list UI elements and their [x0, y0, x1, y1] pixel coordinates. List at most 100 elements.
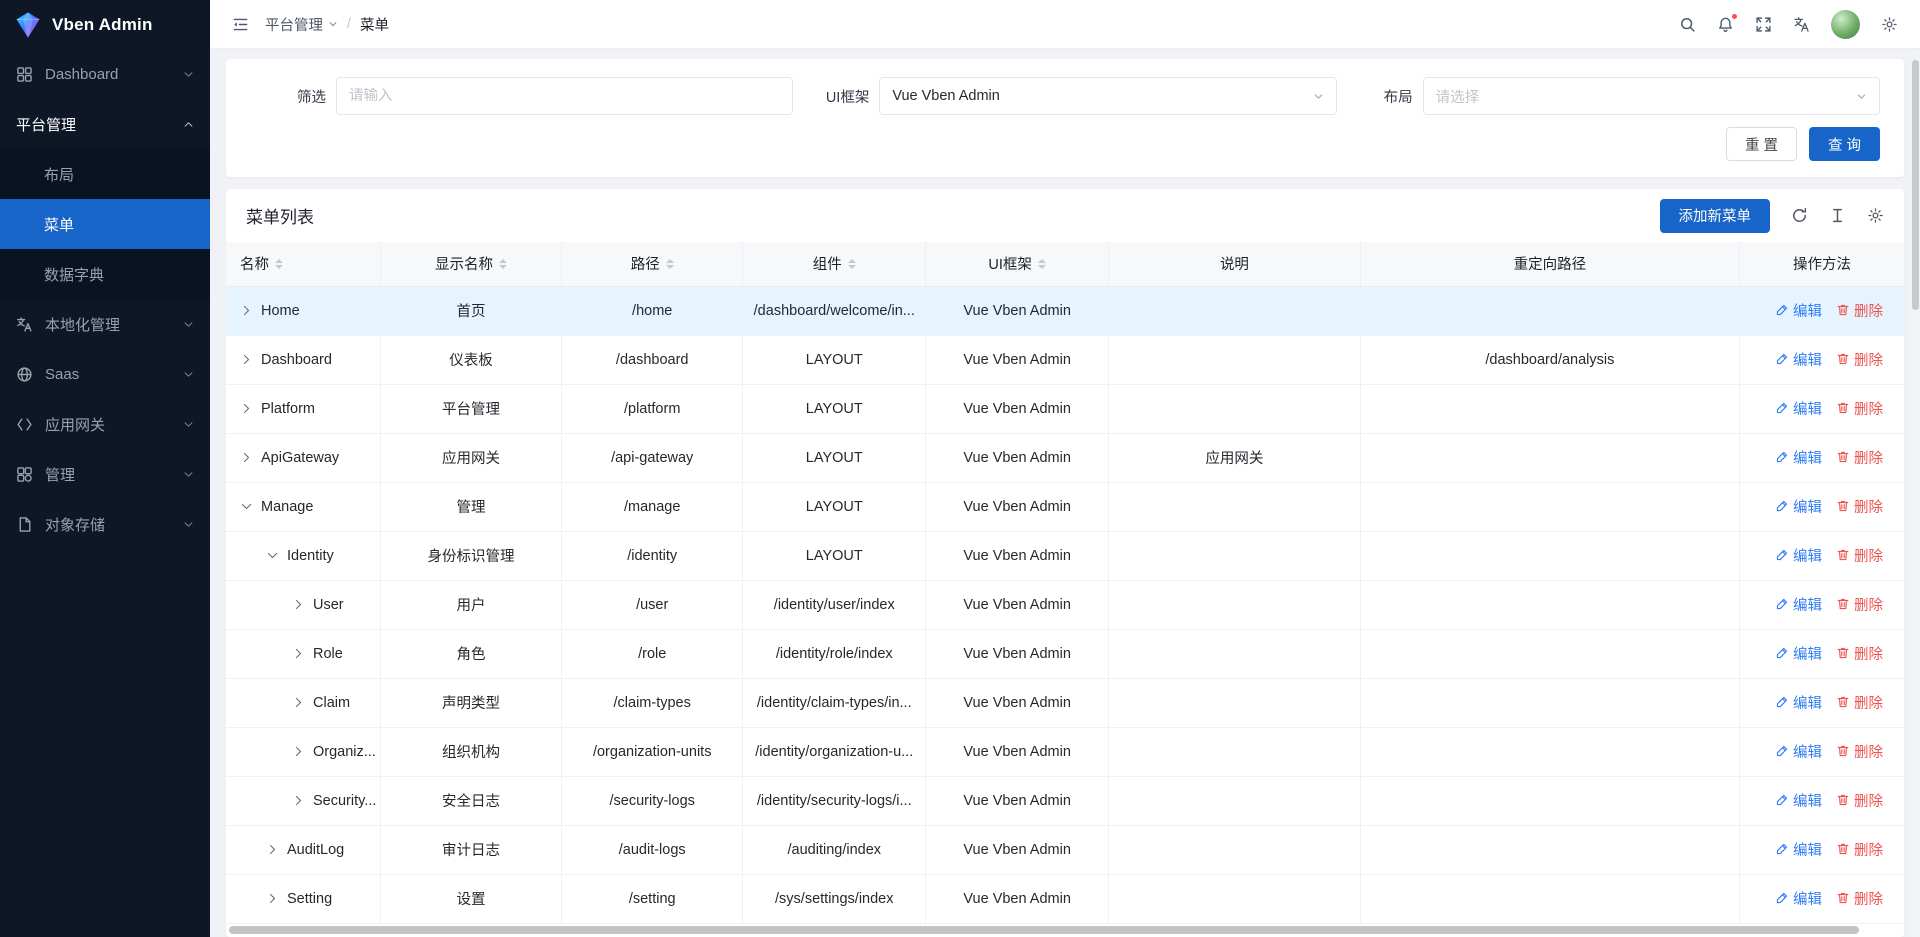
cell-ui-framework: Vue Vben Admin: [926, 384, 1109, 433]
edit-link[interactable]: 编辑: [1775, 398, 1822, 419]
table-row[interactable]: Manage管理/manageLAYOUTVue Vben Admin编辑删除: [226, 482, 1904, 531]
cell-redirect: [1360, 678, 1739, 727]
column-header[interactable]: 路径: [562, 242, 743, 286]
sidebar-item[interactable]: 本地化管理: [0, 299, 210, 349]
table-row[interactable]: AuditLog审计日志/audit-logs/auditing/indexVu…: [226, 825, 1904, 874]
caret-right-icon[interactable]: [292, 647, 305, 660]
caret-right-icon[interactable]: [266, 892, 279, 905]
delete-link[interactable]: 删除: [1836, 839, 1883, 860]
horizontal-scrollbar[interactable]: [229, 926, 1901, 934]
sidebar-subitem[interactable]: 数据字典: [0, 249, 210, 299]
table-row[interactable]: Home首页/home/dashboard/welcome/in...Vue V…: [226, 286, 1904, 335]
sort-icon[interactable]: [848, 259, 856, 269]
table-row[interactable]: ApiGateway应用网关/api-gatewayLAYOUTVue Vben…: [226, 433, 1904, 482]
edit-link[interactable]: 编辑: [1775, 790, 1822, 811]
column-header[interactable]: 名称: [226, 242, 380, 286]
delete-link[interactable]: 删除: [1836, 349, 1883, 370]
edit-link[interactable]: 编辑: [1775, 594, 1822, 615]
caret-right-icon[interactable]: [292, 598, 305, 611]
caret-down-icon[interactable]: [266, 549, 279, 562]
caret-right-icon[interactable]: [292, 794, 305, 807]
table-row[interactable]: Organiz...组织机构/organization-units/identi…: [226, 727, 1904, 776]
sort-icon[interactable]: [499, 259, 507, 269]
cell-ui-framework: Vue Vben Admin: [926, 825, 1109, 874]
user-avatar[interactable]: [1831, 10, 1860, 39]
table-row[interactable]: Claim声明类型/claim-types/identity/claim-typ…: [226, 678, 1904, 727]
language-button[interactable]: [1793, 16, 1810, 33]
delete-link[interactable]: 删除: [1836, 496, 1883, 517]
query-button[interactable]: 查 询: [1809, 127, 1880, 161]
horizontal-scrollbar-thumb[interactable]: [229, 926, 1859, 934]
breadcrumb-parent[interactable]: 平台管理: [265, 14, 338, 35]
table-row[interactable]: Setting设置/setting/sys/settings/indexVue …: [226, 874, 1904, 923]
table-row[interactable]: Platform平台管理/platformLAYOUTVue Vben Admi…: [226, 384, 1904, 433]
delete-link[interactable]: 删除: [1836, 300, 1883, 321]
settings-button[interactable]: [1881, 16, 1898, 33]
sidebar-subitem[interactable]: 布局: [0, 149, 210, 199]
delete-link[interactable]: 删除: [1836, 692, 1883, 713]
filter-keyword-input[interactable]: [349, 88, 780, 104]
edit-link[interactable]: 编辑: [1775, 888, 1822, 909]
caret-right-icon[interactable]: [266, 843, 279, 856]
delete-link[interactable]: 删除: [1836, 790, 1883, 811]
caret-right-icon[interactable]: [292, 696, 305, 709]
edit-link[interactable]: 编辑: [1775, 741, 1822, 762]
table-row[interactable]: Identity身份标识管理/identityLAYOUTVue Vben Ad…: [226, 531, 1904, 580]
delete-link[interactable]: 删除: [1836, 888, 1883, 909]
notifications-button[interactable]: [1717, 16, 1734, 33]
logo[interactable]: Vben Admin: [0, 0, 210, 49]
delete-link[interactable]: 删除: [1836, 643, 1883, 664]
sidebar-subitem[interactable]: 菜单: [0, 199, 210, 249]
ui-framework-select[interactable]: Vue Vben Admin: [879, 77, 1336, 115]
search-button[interactable]: [1679, 16, 1696, 33]
sidebar-item[interactable]: 管理: [0, 449, 210, 499]
layout-select[interactable]: 请选择: [1423, 77, 1880, 115]
table-settings-button[interactable]: [1867, 207, 1884, 224]
sort-icon[interactable]: [666, 259, 674, 269]
sidebar-item[interactable]: 平台管理: [0, 99, 210, 149]
column-header[interactable]: 组件: [743, 242, 926, 286]
delete-link[interactable]: 删除: [1836, 398, 1883, 419]
delete-link[interactable]: 删除: [1836, 545, 1883, 566]
row-name: Organiz...: [313, 744, 376, 760]
delete-link[interactable]: 删除: [1836, 741, 1883, 762]
table-row[interactable]: Role角色/role/identity/role/indexVue Vben …: [226, 629, 1904, 678]
sidebar-item[interactable]: 应用网关: [0, 399, 210, 449]
table-row[interactable]: Dashboard仪表板/dashboardLAYOUTVue Vben Adm…: [226, 335, 1904, 384]
table-row[interactable]: Security...安全日志/security-logs/identity/s…: [226, 776, 1904, 825]
sort-icon[interactable]: [1038, 259, 1046, 269]
edit-link[interactable]: 编辑: [1775, 300, 1822, 321]
caret-right-icon[interactable]: [240, 353, 253, 366]
edit-link[interactable]: 编辑: [1775, 643, 1822, 664]
reset-button[interactable]: 重 置: [1726, 127, 1797, 161]
caret-right-icon[interactable]: [292, 745, 305, 758]
add-menu-button[interactable]: 添加新菜单: [1660, 199, 1771, 233]
delete-link[interactable]: 删除: [1836, 447, 1883, 468]
edit-link[interactable]: 编辑: [1775, 839, 1822, 860]
cell-actions: 编辑删除: [1740, 678, 1905, 727]
sort-icon[interactable]: [275, 259, 283, 269]
column-header[interactable]: 显示名称: [380, 242, 561, 286]
table-row[interactable]: User用户/user/identity/user/indexVue Vben …: [226, 580, 1904, 629]
caret-right-icon[interactable]: [240, 304, 253, 317]
edit-link[interactable]: 编辑: [1775, 545, 1822, 566]
caret-right-icon[interactable]: [240, 451, 253, 464]
column-header[interactable]: UI框架: [926, 242, 1109, 286]
refresh-button[interactable]: [1791, 207, 1808, 224]
edit-link[interactable]: 编辑: [1775, 496, 1822, 517]
delete-link[interactable]: 删除: [1836, 594, 1883, 615]
caret-right-icon[interactable]: [240, 402, 253, 415]
vertical-scrollbar-thumb[interactable]: [1912, 60, 1919, 310]
edit-link[interactable]: 编辑: [1775, 447, 1822, 468]
sidebar-item[interactable]: Dashboard: [0, 49, 210, 99]
cell-actions: 编辑删除: [1740, 433, 1905, 482]
sidebar-collapse-button[interactable]: [232, 16, 249, 33]
edit-link[interactable]: 编辑: [1775, 692, 1822, 713]
caret-down-icon[interactable]: [240, 500, 253, 513]
cell-redirect: /dashboard/analysis: [1360, 335, 1739, 384]
sidebar-item[interactable]: Saas: [0, 349, 210, 399]
row-height-button[interactable]: [1829, 207, 1846, 224]
fullscreen-button[interactable]: [1755, 16, 1772, 33]
edit-link[interactable]: 编辑: [1775, 349, 1822, 370]
sidebar-item[interactable]: 对象存储: [0, 499, 210, 549]
